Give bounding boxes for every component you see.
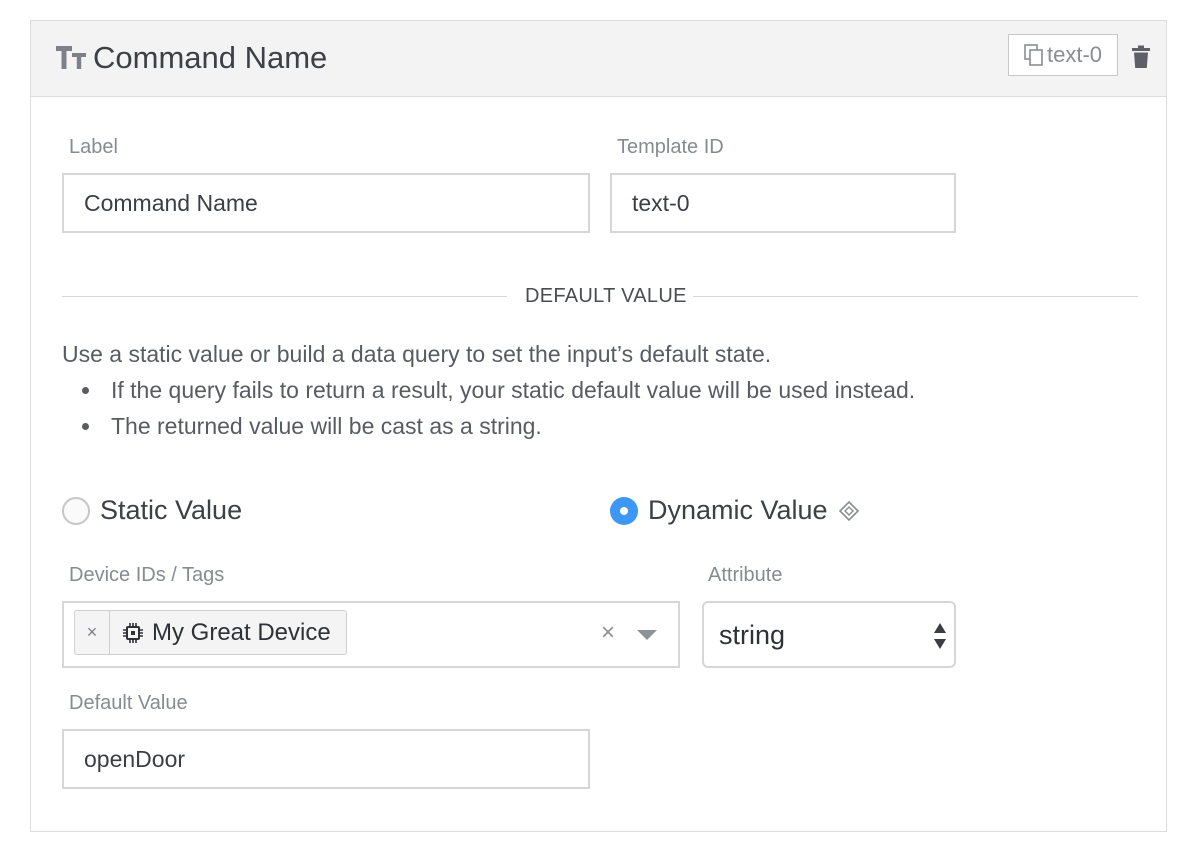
bullet-item: If the query fails to return a result, y…	[81, 377, 916, 403]
device-ids-field-label: Device IDs / Tags	[69, 564, 225, 586]
dynamic-value-radio-label: Dynamic Value	[648, 495, 828, 525]
card-header: Command Name text-0	[31, 21, 1166, 97]
attribute-field-label: Attribute	[708, 564, 783, 586]
chip-icon	[123, 622, 143, 643]
template-id-badge-text: text-0	[1046, 42, 1103, 67]
template-id-badge[interactable]: text-0	[1008, 34, 1118, 76]
default-value-description: Use a static value or build a data query…	[62, 341, 772, 367]
dynamic-value-radio-circle[interactable]	[610, 496, 638, 525]
clear-selection-button[interactable]: ×	[601, 619, 615, 647]
copy-icon	[1024, 44, 1043, 66]
default-value-input[interactable]	[62, 729, 590, 789]
divider-right	[693, 296, 1138, 297]
template-id-field-label: Template ID	[617, 136, 724, 158]
trash-icon[interactable]	[1131, 45, 1151, 69]
input-config-card: Command Name text-0 Label Template ID DE…	[30, 20, 1167, 832]
dynamic-value-radio[interactable]: Dynamic Value	[610, 495, 860, 526]
static-value-radio[interactable]: Static Value	[62, 495, 242, 526]
attribute-select-value: string	[719, 620, 786, 650]
device-tag: × My Great Device	[74, 610, 347, 655]
device-tag-label: My Great Device	[152, 618, 331, 646]
chevron-down-icon[interactable]	[637, 630, 657, 640]
default-value-divider-label: DEFAULT VALUE	[525, 285, 687, 307]
static-value-radio-circle[interactable]	[62, 496, 90, 525]
select-arrows-icon	[934, 623, 946, 649]
divider-left	[62, 296, 507, 297]
attribute-select[interactable]: string	[702, 601, 956, 668]
bullet-item: The returned value will be cast as a str…	[82, 413, 542, 439]
static-value-radio-label: Static Value	[100, 495, 243, 525]
device-ids-multiselect[interactable]: × My Great Device ×	[62, 601, 680, 668]
tag-remove-button[interactable]: ×	[75, 611, 110, 654]
label-input[interactable]	[62, 173, 590, 233]
diamond-icon[interactable]	[838, 500, 860, 522]
text-type-icon	[56, 46, 86, 69]
header-title: Command Name	[93, 40, 328, 75]
label-field-label: Label	[69, 136, 118, 158]
template-id-input[interactable]	[610, 173, 956, 233]
default-value-field-label: Default Value	[69, 692, 188, 714]
